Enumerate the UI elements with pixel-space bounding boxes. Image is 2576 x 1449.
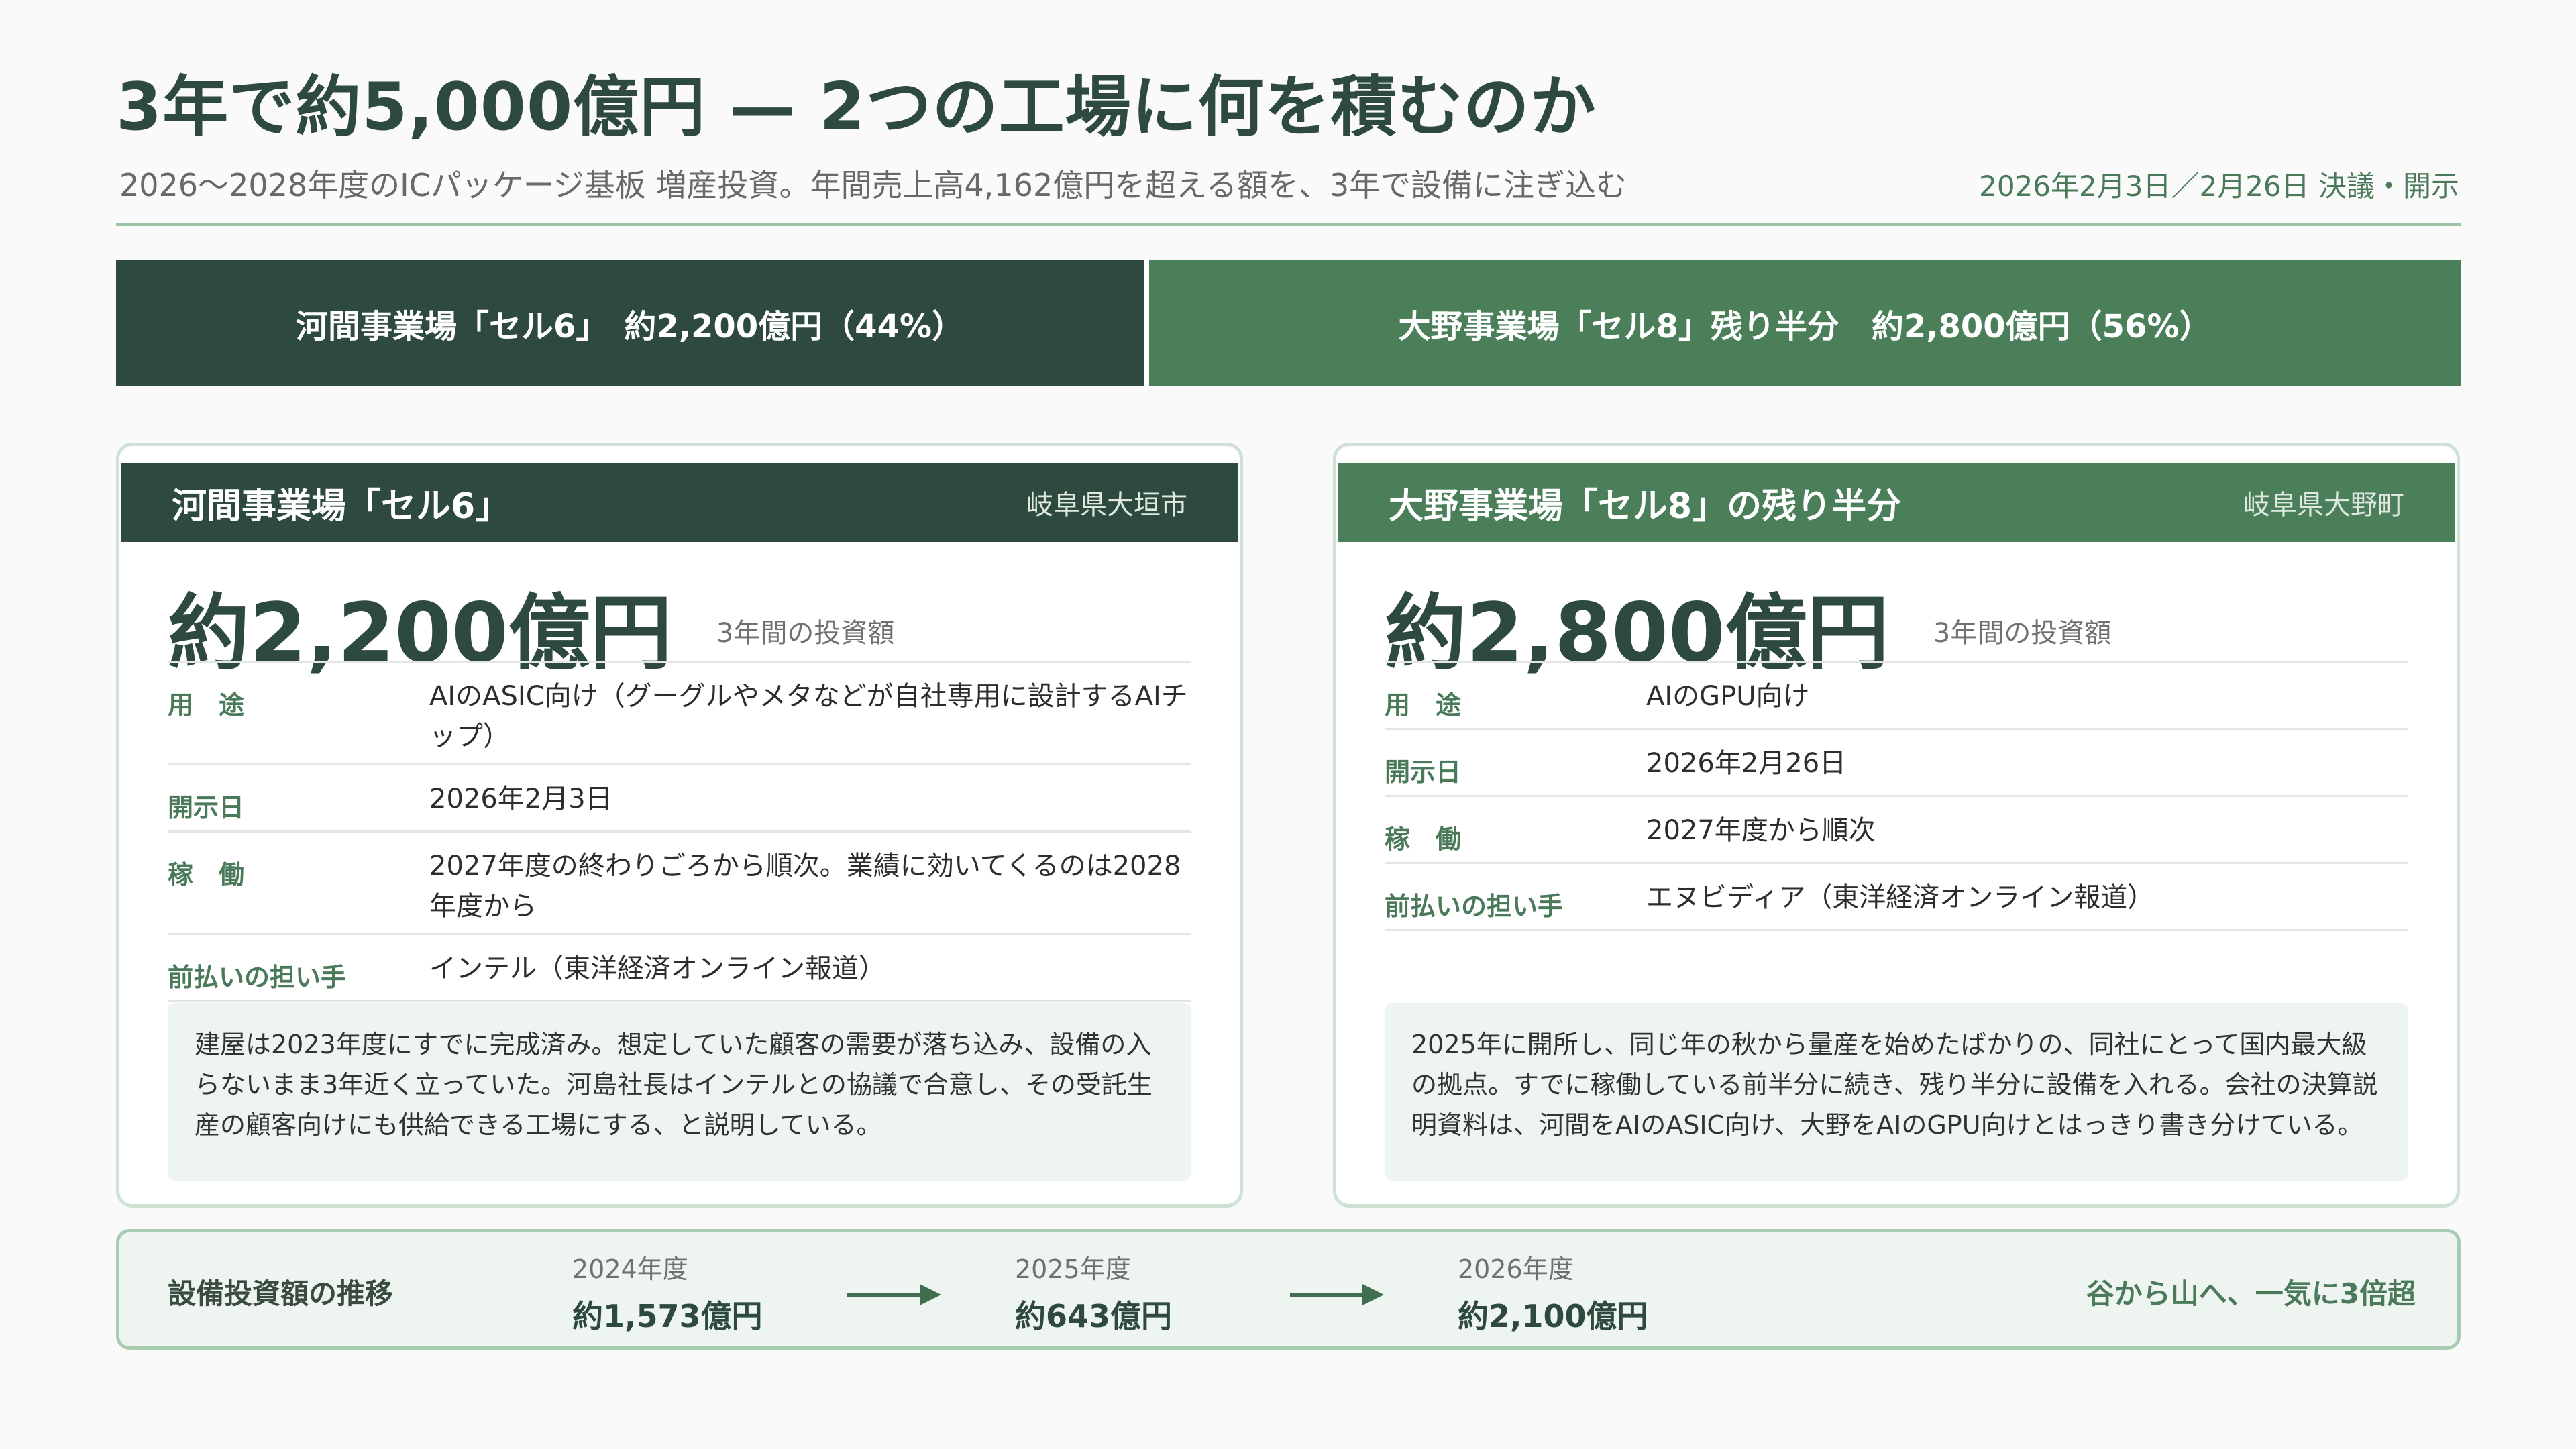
card-ono: 大野事業場「セル8」の残り半分 岐阜県大野町 約2,800億円 3年間の投資額 … [1333, 443, 2460, 1208]
card-note: 建屋は2023年度にすでに完成済み。想定していた顧客の需要が落ち込み、設備の入ら… [168, 1003, 1191, 1181]
arrow-right-icon [847, 1284, 941, 1305]
detail-table: 用 途 AIのGPU向け 開示日 2026年2月26日 稼 働 2027年度から… [1385, 661, 2408, 931]
detail-row: 前払いの担い手 エヌビディア（東洋経済オンライン報道） [1385, 864, 2408, 931]
detail-label: 開示日 [1385, 757, 1462, 787]
card-title: 大野事業場「セル8」の残り半分 [1389, 486, 1902, 527]
slide: 3年で約5,000億円 — 2つの工場に何を積むのか 2026〜2028年度のI… [0, 0, 2576, 1449]
detail-value: 2026年2月26日 [1646, 748, 1847, 779]
detail-row: 用 途 AIのASIC向け（グーグルやメタなどが自社専用に設計するAIチップ） [168, 663, 1191, 765]
detail-value: 2026年2月3日 [429, 784, 612, 814]
amount-label: 3年間の投資額 [716, 617, 895, 649]
capex-trend-panel: 設備投資額の推移 2024年度 約1,573億円 2025年度 約643億円 2… [116, 1229, 2461, 1350]
detail-value: エヌビディア（東洋経済オンライン報道） [1646, 882, 2155, 913]
card-location: 岐阜県大野町 [2243, 490, 2404, 521]
trend-value: 約2,100億円 [1458, 1298, 1648, 1334]
card-header: 大野事業場「セル8」の残り半分 岐阜県大野町 [1338, 463, 2455, 542]
card-title: 河間事業場「セル6」 [172, 486, 511, 527]
detail-row: 開示日 2026年2月3日 [168, 765, 1191, 833]
detail-value: AIのASIC向け（グーグルやメタなどが自社専用に設計するAIチップ） [429, 681, 1188, 752]
detail-row: 開示日 2026年2月26日 [1385, 730, 2408, 797]
trend-year: 2024年度 [572, 1254, 688, 1284]
trend-item: 2025年度 約643億円 [1015, 1248, 1172, 1336]
investment-split-bar: 河間事業場「セル6」 約2,200億円（44%） 大野事業場「セル8」残り半分 … [116, 260, 2461, 386]
trend-item: 2024年度 約1,573億円 [572, 1248, 763, 1336]
card-note: 2025年に開所し、同じ年の秋から量産を始めたばかりの、同社にとって国内最大級の… [1385, 1003, 2408, 1181]
detail-row: 稼 働 2027年度の終わりごろから順次。業績に効いてくるのは2028年度から [168, 833, 1191, 935]
trend-item: 2026年度 約2,100億円 [1458, 1248, 1648, 1336]
detail-label: 稼 働 [1385, 824, 1462, 854]
detail-value: AIのGPU向け [1646, 681, 1810, 712]
card-kawama: 河間事業場「セル6」 岐阜県大垣市 約2,200億円 3年間の投資額 用 途 A… [116, 443, 1243, 1208]
detail-label: 開示日 [168, 793, 245, 822]
arrow-right-icon [1290, 1284, 1384, 1305]
dateline: 2026年2月3日／2月26日 決議・開示 [1979, 170, 2459, 203]
card-header: 河間事業場「セル6」 岐阜県大垣市 [121, 463, 1238, 542]
split-segment-kawama: 河間事業場「セル6」 約2,200億円（44%） [116, 260, 1144, 386]
split-gap [1144, 260, 1149, 386]
trend-title: 設備投資額の推移 [168, 1277, 394, 1310]
detail-label: 稼 働 [168, 860, 245, 890]
detail-label: 用 途 [1385, 690, 1462, 720]
amount-label: 3年間の投資額 [1933, 617, 2112, 649]
header-divider [116, 223, 2461, 226]
detail-label: 前払いの担い手 [1385, 892, 1564, 921]
card-location: 岐阜県大垣市 [1026, 490, 1187, 521]
detail-row: 用 途 AIのGPU向け [1385, 663, 2408, 730]
page-subtitle: 2026〜2028年度のICパッケージ基板 増産投資。年間売上高4,162億円を… [119, 167, 1627, 203]
trend-punchline: 谷から山へ、一気に3倍超 [2086, 1277, 2416, 1310]
detail-row: 前払いの担い手 インテル（東洋経済オンライン報道） [168, 935, 1191, 1002]
detail-value: 2027年度から順次 [1646, 815, 1876, 846]
detail-value: 2027年度の終わりごろから順次。業績に効いてくるのは2028年度から [429, 851, 1181, 922]
detail-table: 用 途 AIのASIC向け（グーグルやメタなどが自社専用に設計するAIチップ） … [168, 661, 1191, 1002]
trend-year: 2025年度 [1015, 1254, 1131, 1284]
trend-year: 2026年度 [1458, 1254, 1574, 1284]
detail-value: インテル（東洋経済オンライン報道） [429, 953, 885, 984]
page-title: 3年で約5,000億円 — 2つの工場に何を積むのか [116, 69, 1597, 146]
detail-label: 前払いの担い手 [168, 963, 347, 992]
detail-row: 稼 働 2027年度から順次 [1385, 797, 2408, 864]
trend-value: 約643億円 [1015, 1298, 1173, 1334]
trend-value: 約1,573億円 [572, 1298, 763, 1334]
split-segment-ono: 大野事業場「セル8」残り半分 約2,800億円（56%） [1149, 260, 2461, 386]
detail-label: 用 途 [168, 690, 245, 720]
